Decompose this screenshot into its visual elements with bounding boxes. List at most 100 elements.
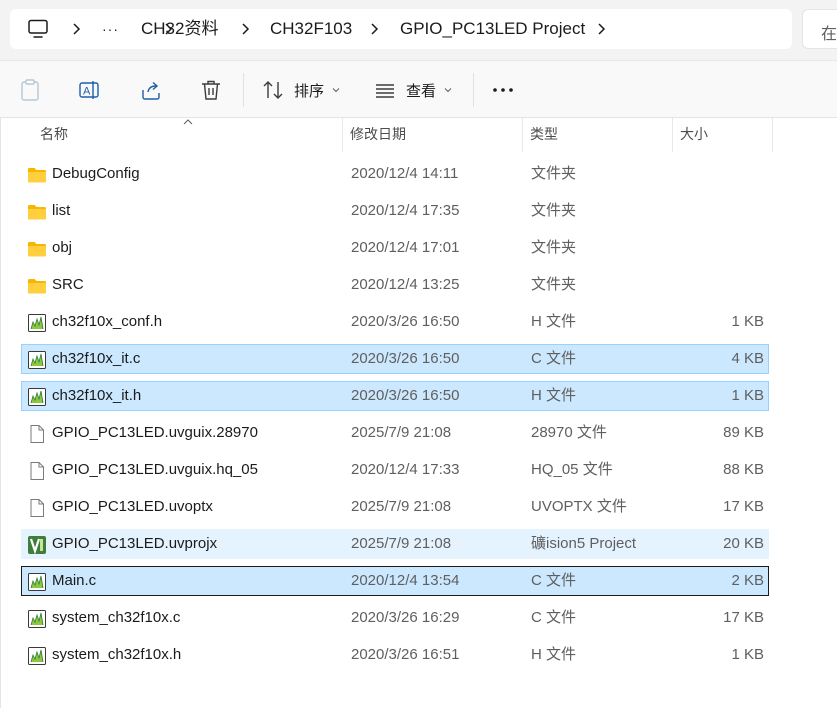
file-type: 文件夹 bbox=[531, 202, 577, 219]
chevron-down-icon bbox=[332, 88, 340, 93]
file-name: GPIO_PC13LED.uvguix.28970 bbox=[52, 424, 258, 441]
file-row[interactable]: ch32f10x_conf.h 2020/3/26 16:50 H 文件 1 KB bbox=[21, 307, 769, 337]
file-modified-date: 2020/3/26 16:50 bbox=[351, 387, 460, 404]
file-type: 文件夹 bbox=[531, 165, 577, 182]
file-row[interactable]: SRC 2020/12/4 13:25 文件夹 bbox=[21, 270, 769, 300]
source-file-icon bbox=[27, 350, 47, 370]
column-divider[interactable] bbox=[342, 118, 343, 152]
folder-icon bbox=[27, 276, 47, 296]
view-button[interactable]: 查看 bbox=[374, 73, 452, 107]
file-size: 88 KB bbox=[723, 461, 764, 478]
source-file-icon bbox=[27, 572, 47, 592]
file-modified-date: 2020/12/4 17:33 bbox=[351, 461, 460, 478]
file-modified-date: 2020/12/4 13:25 bbox=[351, 276, 460, 293]
file-type: HQ_05 文件 bbox=[531, 461, 613, 478]
file-type: UVOPTX 文件 bbox=[531, 498, 627, 515]
computer-icon[interactable] bbox=[27, 19, 49, 39]
file-type: 文件夹 bbox=[531, 239, 577, 256]
file-modified-date: 2025/7/9 21:08 bbox=[351, 498, 452, 515]
file-row[interactable]: list 2020/12/4 17:35 文件夹 bbox=[21, 196, 769, 226]
toolbar-divider bbox=[473, 73, 474, 107]
sort-icon bbox=[263, 81, 283, 99]
file-row[interactable]: system_ch32f10x.h 2020/3/26 16:51 H 文件 1 KB bbox=[21, 640, 769, 670]
file-modified-date: 2020/3/26 16:29 bbox=[351, 609, 460, 626]
file-modified-date: 2020/12/4 13:54 bbox=[351, 572, 460, 589]
blank-file-icon bbox=[27, 498, 47, 518]
column-divider[interactable] bbox=[522, 118, 523, 152]
chevron-right-icon[interactable] bbox=[593, 21, 609, 37]
column-divider[interactable] bbox=[772, 118, 773, 152]
search-input[interactable]: 在 bbox=[802, 9, 837, 49]
column-header-type[interactable]: 类型 bbox=[530, 118, 558, 152]
file-row[interactable]: DebugConfig 2020/12/4 14:11 文件夹 bbox=[21, 159, 769, 189]
file-type: C 文件 bbox=[531, 609, 577, 626]
file-name: ch32f10x_it.h bbox=[52, 387, 142, 404]
file-row[interactable]: system_ch32f10x.c 2020/3/26 16:29 C 文件 17 K… bbox=[21, 603, 769, 633]
sort-ascending-icon bbox=[183, 119, 193, 125]
share-button[interactable] bbox=[139, 73, 163, 107]
file-row[interactable]: ch32f10x_it.c 2020/3/26 16:50 C 文件 4 KB bbox=[21, 344, 769, 374]
file-name: Main.c bbox=[52, 572, 97, 589]
breadcrumb-item-ch32[interactable]: CH32资料 bbox=[141, 9, 218, 49]
source-file-icon bbox=[27, 387, 47, 407]
file-size: 1 KB bbox=[731, 387, 764, 404]
file-type: H 文件 bbox=[531, 387, 577, 404]
chevron-right-icon[interactable] bbox=[237, 21, 253, 37]
file-row[interactable]: GPIO_PC13LED.uvoptx 2025/7/9 21:08 UVOPTX … bbox=[21, 492, 769, 522]
file-modified-date: 2020/12/4 17:01 bbox=[351, 239, 460, 256]
file-name: ch32f10x_conf.h bbox=[52, 313, 163, 330]
breadcrumb-item-ch32f103[interactable]: CH32F103 bbox=[270, 9, 352, 49]
file-row[interactable]: Main.c 2020/12/4 13:54 C 文件 2 KB bbox=[21, 566, 769, 596]
breadcrumb-item-project[interactable]: GPIO_PC13LED Project bbox=[400, 9, 585, 49]
rename-button[interactable]: A bbox=[78, 73, 102, 107]
file-row[interactable]: ch32f10x_it.h 2020/3/26 16:50 H 文件 1 KB bbox=[21, 381, 769, 411]
file-modified-date: 2025/7/9 21:08 bbox=[351, 535, 452, 552]
file-size: 4 KB bbox=[731, 350, 764, 367]
chevron-down-icon bbox=[444, 88, 452, 93]
file-list-view: 名称 修改日期 类型 大小 DebugConfig 2020/12/4 14:11… bbox=[0, 118, 837, 708]
chevron-right-icon[interactable] bbox=[366, 21, 382, 37]
chevron-right-icon[interactable] bbox=[68, 21, 84, 37]
file-modified-date: 2020/3/26 16:51 bbox=[351, 646, 460, 663]
file-row[interactable]: GPIO_PC13LED.uvguix.28970 2025/7/9 21:08 2… bbox=[21, 418, 769, 448]
delete-button[interactable] bbox=[199, 73, 223, 107]
file-row[interactable]: GPIO_PC13LED.uvguix.hq_05 2020/12/4 17:33… bbox=[21, 455, 769, 485]
sort-button[interactable]: 排序 bbox=[262, 73, 340, 107]
file-size: 89 KB bbox=[723, 424, 764, 441]
folder-icon bbox=[27, 202, 47, 222]
file-row[interactable]: GPIO_PC13LED.uvprojx 2025/7/9 21:08 礦ision… bbox=[21, 529, 769, 559]
source-file-icon bbox=[27, 646, 47, 666]
breadcrumb-overflow[interactable]: ··· bbox=[102, 9, 119, 49]
file-name: GPIO_PC13LED.uvoptx bbox=[52, 498, 213, 515]
keil-project-icon bbox=[27, 535, 47, 555]
clipboard-icon bbox=[21, 79, 39, 101]
paste-button[interactable] bbox=[18, 73, 42, 107]
file-name: system_ch32f10x.h bbox=[52, 646, 182, 663]
share-icon bbox=[142, 81, 160, 100]
file-name: list bbox=[52, 202, 71, 219]
toolbar-divider bbox=[243, 73, 244, 107]
file-type: C 文件 bbox=[531, 350, 577, 367]
file-modified-date: 2020/12/4 14:11 bbox=[351, 165, 459, 182]
file-size: 1 KB bbox=[731, 646, 764, 663]
breadcrumb[interactable]: ··· CH32资料 CH32F103 GPIO_PC13LED Project bbox=[10, 9, 792, 49]
column-divider[interactable] bbox=[672, 118, 673, 152]
file-type: 礦ision5 Project bbox=[531, 535, 637, 552]
sort-label: 排序 bbox=[294, 82, 325, 100]
column-header-modified[interactable]: 修改日期 bbox=[350, 118, 406, 152]
file-row[interactable]: obj 2020/12/4 17:01 文件夹 bbox=[21, 233, 769, 263]
column-header-name[interactable]: 名称 bbox=[40, 118, 68, 152]
view-list-icon bbox=[376, 84, 394, 98]
source-file-icon bbox=[27, 313, 47, 333]
more-options-button[interactable] bbox=[491, 73, 515, 107]
file-type: 文件夹 bbox=[531, 276, 577, 293]
rename-icon: A bbox=[79, 81, 99, 99]
trash-icon bbox=[202, 80, 220, 100]
file-type: C 文件 bbox=[531, 572, 577, 589]
file-type: 28970 文件 bbox=[531, 424, 607, 441]
column-header-size[interactable]: 大小 bbox=[680, 118, 708, 152]
file-size: 17 KB bbox=[723, 609, 764, 626]
blank-file-icon bbox=[27, 424, 47, 444]
file-modified-date: 2020/3/26 16:50 bbox=[351, 350, 460, 367]
file-size: 2 KB bbox=[731, 572, 764, 589]
